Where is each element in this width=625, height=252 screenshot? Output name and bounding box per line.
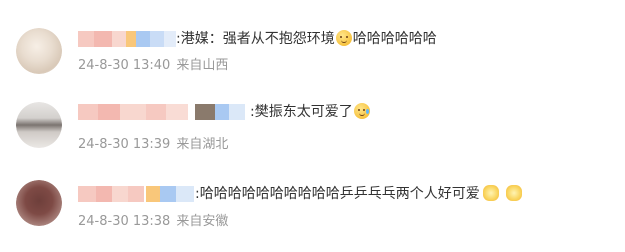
username-redacted[interactable]	[78, 186, 144, 202]
flower-icon	[482, 185, 499, 201]
avatar[interactable]	[16, 102, 62, 148]
comment-location: 来自湖北	[176, 137, 229, 152]
comment-meta: 24-8-30 13:38 来自安徽	[78, 214, 228, 230]
comment-text: :樊振东太可爱了	[250, 103, 371, 121]
comment-text: :哈哈哈哈哈哈哈哈哈哈乒乒乓乓两个人好可爱	[195, 185, 523, 203]
comment-location: 来自山西	[176, 58, 229, 73]
cat-face-icon	[335, 30, 352, 46]
username-redacted[interactable]	[78, 104, 188, 120]
comment-item: :港媒：强者从不抱怨环境 哈哈哈哈哈哈 24-8-30 13:40 来自山西	[0, 20, 625, 96]
badge-redacted	[195, 104, 245, 120]
avatar[interactable]	[16, 28, 62, 74]
comment-meta: 24-8-30 13:40 来自山西	[78, 58, 228, 74]
avatar[interactable]	[16, 180, 62, 226]
comment-meta: 24-8-30 13:39 来自湖北	[78, 137, 228, 153]
badge-redacted	[146, 186, 194, 202]
comment-date: 24-8-30 13:40	[78, 58, 171, 73]
username-redacted[interactable]	[78, 31, 176, 47]
comment-item: :哈哈哈哈哈哈哈哈哈哈乒乒乓乓两个人好可爱 24-8-30 13:38 来自安徽	[0, 176, 625, 252]
comment-date: 24-8-30 13:38	[78, 214, 171, 229]
flower-icon	[505, 185, 522, 201]
comment-date: 24-8-30 13:39	[78, 137, 171, 152]
sweat-smile-icon	[353, 103, 370, 119]
comment-text: :港媒：强者从不抱怨环境 哈哈哈哈哈哈	[176, 30, 437, 47]
comment-item: :樊振东太可爱了 24-8-30 13:39 来自湖北	[0, 98, 625, 174]
comment-location: 来自安徽	[176, 214, 229, 229]
